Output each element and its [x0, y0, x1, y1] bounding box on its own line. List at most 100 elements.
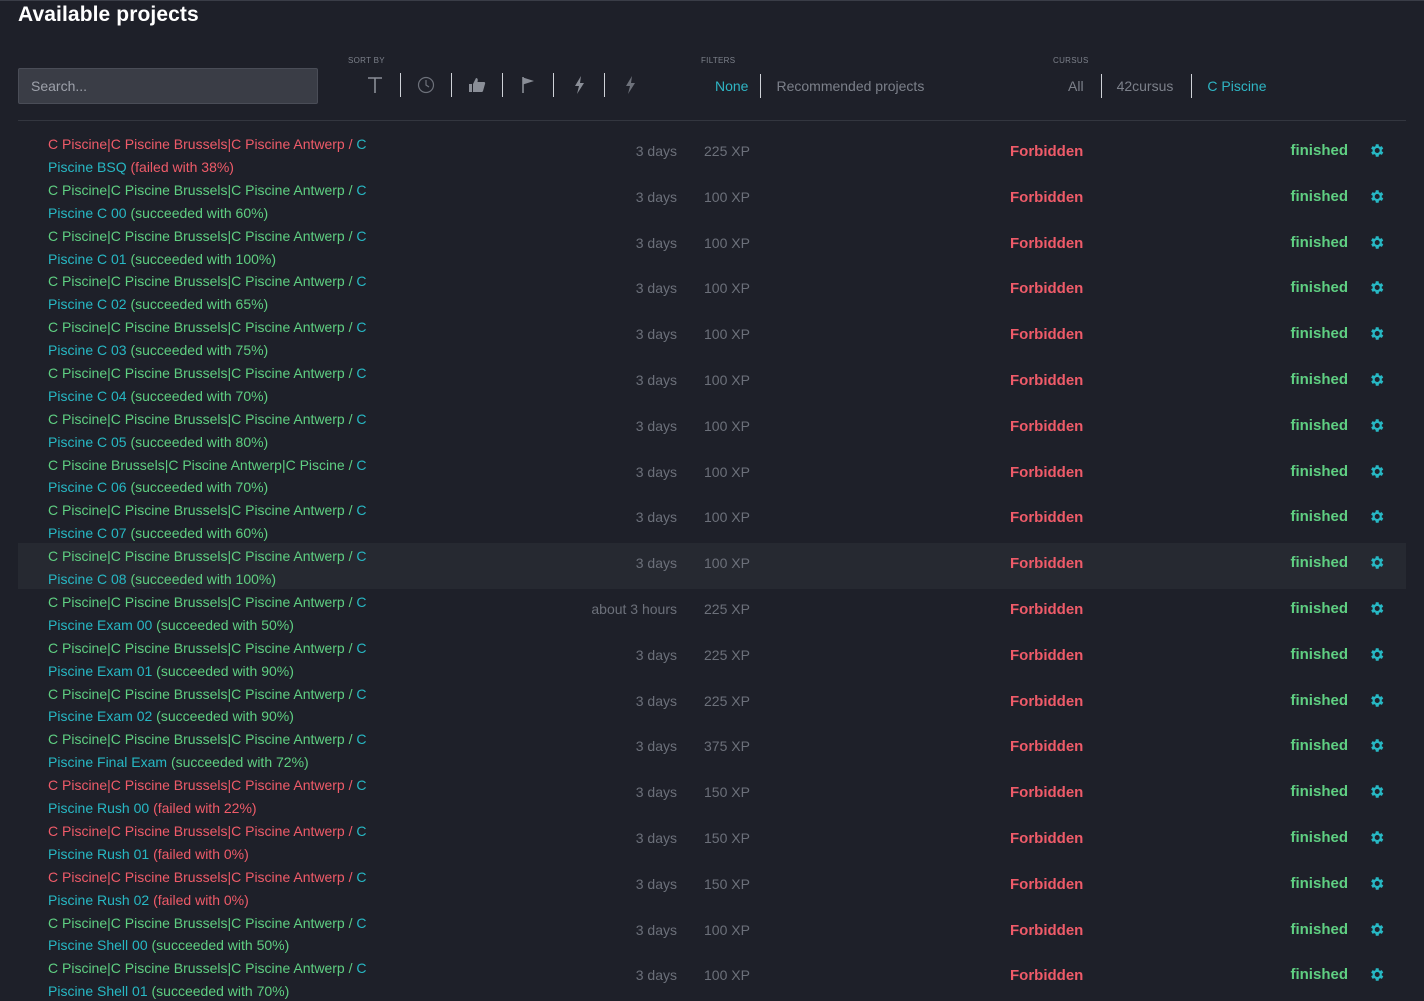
project-xp: 100 XP	[704, 280, 750, 297]
project-state: finished	[1290, 874, 1348, 892]
project-title: C Piscine|C Piscine Brussels|C Piscine A…	[48, 866, 388, 912]
project-row[interactable]: C Piscine|C Piscine Brussels|C Piscine A…	[18, 955, 1406, 1001]
cursus-label: CURSUS	[1053, 56, 1089, 65]
search-input[interactable]	[18, 68, 318, 104]
project-state: finished	[1290, 416, 1348, 434]
project-cursus-links[interactable]: C Piscine|C Piscine Brussels|C Piscine A…	[48, 960, 345, 976]
project-row[interactable]: C Piscine|C Piscine Brussels|C Piscine A…	[18, 131, 1406, 177]
project-duration: 3 days	[635, 967, 677, 984]
project-result: (succeeded with 72%)	[170, 754, 309, 771]
project-row[interactable]: C Piscine|C Piscine Brussels|C Piscine A…	[18, 864, 1406, 910]
project-cursus-links[interactable]: C Piscine|C Piscine Brussels|C Piscine A…	[48, 915, 345, 931]
project-duration: 3 days	[635, 921, 677, 938]
project-row[interactable]: C Piscine|C Piscine Brussels|C Piscine A…	[18, 726, 1406, 772]
cursus-42cursus[interactable]: 42cursus	[1102, 74, 1192, 98]
cursus-c-piscine[interactable]: C Piscine	[1192, 74, 1278, 98]
project-row[interactable]: C Piscine|C Piscine Brussels|C Piscine A…	[18, 772, 1406, 818]
project-duration: 3 days	[635, 875, 677, 892]
project-cursus-links[interactable]: C Piscine|C Piscine Brussels|C Piscine A…	[48, 136, 345, 152]
project-result: (succeeded with 70%)	[130, 479, 269, 496]
project-cursus-links[interactable]: C Piscine Brussels|C Piscine Antwerp|C P…	[48, 457, 345, 473]
project-row[interactable]: C Piscine|C Piscine Brussels|C Piscine A…	[18, 406, 1406, 452]
cursus-all[interactable]: All	[1056, 74, 1101, 98]
sort-xp-button[interactable]	[605, 72, 655, 98]
project-row[interactable]: C Piscine Brussels|C Piscine Antwerp|C P…	[18, 452, 1406, 498]
project-row[interactable]: C Piscine|C Piscine Brussels|C Piscine A…	[18, 314, 1406, 360]
project-cursus-links[interactable]: C Piscine|C Piscine Brussels|C Piscine A…	[48, 869, 345, 885]
gear-icon[interactable]	[1368, 737, 1385, 754]
gear-icon[interactable]	[1368, 417, 1385, 434]
project-row[interactable]: C Piscine|C Piscine Brussels|C Piscine A…	[18, 177, 1406, 223]
filter-none[interactable]: None	[703, 74, 760, 98]
sort-likes-button[interactable]	[452, 72, 502, 98]
gear-icon[interactable]	[1368, 508, 1385, 525]
gear-icon[interactable]	[1368, 279, 1385, 296]
gear-icon[interactable]	[1368, 646, 1385, 663]
header-divider	[18, 120, 1406, 121]
project-cursus-links[interactable]: C Piscine|C Piscine Brussels|C Piscine A…	[48, 273, 345, 289]
sort-by-label: SORT BY	[348, 56, 385, 65]
sort-difficulty-button[interactable]	[554, 72, 604, 98]
project-duration: 3 days	[635, 280, 677, 297]
project-state: finished	[1290, 462, 1348, 480]
filter-recommended[interactable]: Recommended projects	[761, 74, 936, 98]
gear-icon[interactable]	[1368, 600, 1385, 617]
project-row[interactable]: C Piscine|C Piscine Brussels|C Piscine A…	[18, 818, 1406, 864]
gear-icon[interactable]	[1368, 829, 1385, 846]
project-xp: 225 XP	[704, 692, 750, 709]
project-cursus-links[interactable]: C Piscine|C Piscine Brussels|C Piscine A…	[48, 640, 345, 656]
project-permission: Forbidden	[1010, 784, 1084, 802]
sort-duration-button[interactable]	[401, 72, 451, 98]
project-cursus-links[interactable]: C Piscine|C Piscine Brussels|C Piscine A…	[48, 365, 345, 381]
project-title: C Piscine|C Piscine Brussels|C Piscine A…	[48, 408, 388, 454]
gear-icon[interactable]	[1368, 554, 1385, 571]
project-row[interactable]: C Piscine|C Piscine Brussels|C Piscine A…	[18, 910, 1406, 956]
gear-icon[interactable]	[1368, 875, 1385, 892]
project-row[interactable]: C Piscine|C Piscine Brussels|C Piscine A…	[18, 360, 1406, 406]
project-cursus-links[interactable]: C Piscine|C Piscine Brussels|C Piscine A…	[48, 594, 345, 610]
sort-flag-button[interactable]	[503, 72, 553, 98]
gear-icon[interactable]	[1368, 371, 1385, 388]
project-cursus-links[interactable]: C Piscine|C Piscine Brussels|C Piscine A…	[48, 731, 345, 747]
project-result: (succeeded with 60%)	[130, 525, 269, 542]
gear-icon[interactable]	[1368, 692, 1385, 709]
project-duration: 3 days	[635, 234, 677, 251]
project-row[interactable]: C Piscine|C Piscine Brussels|C Piscine A…	[18, 635, 1406, 681]
project-cursus-links[interactable]: C Piscine|C Piscine Brussels|C Piscine A…	[48, 823, 345, 839]
gear-icon[interactable]	[1368, 783, 1385, 800]
project-result: (succeeded with 80%)	[130, 433, 269, 450]
project-cursus-links[interactable]: C Piscine|C Piscine Brussels|C Piscine A…	[48, 411, 345, 427]
project-duration: 3 days	[635, 784, 677, 801]
project-row[interactable]: C Piscine|C Piscine Brussels|C Piscine A…	[18, 223, 1406, 269]
project-cursus-links[interactable]: C Piscine|C Piscine Brussels|C Piscine A…	[48, 686, 345, 702]
sort-name-button[interactable]	[350, 72, 400, 98]
gear-icon[interactable]	[1368, 142, 1385, 159]
project-cursus-links[interactable]: C Piscine|C Piscine Brussels|C Piscine A…	[48, 502, 345, 518]
gear-icon[interactable]	[1368, 966, 1385, 983]
project-cursus-links[interactable]: C Piscine|C Piscine Brussels|C Piscine A…	[48, 182, 345, 198]
gear-icon[interactable]	[1368, 188, 1385, 205]
project-xp: 100 XP	[704, 234, 750, 251]
gear-icon[interactable]	[1368, 234, 1385, 251]
project-cursus-links[interactable]: C Piscine|C Piscine Brussels|C Piscine A…	[48, 228, 345, 244]
project-row[interactable]: C Piscine|C Piscine Brussels|C Piscine A…	[18, 268, 1406, 314]
gear-icon[interactable]	[1368, 921, 1385, 938]
gear-icon[interactable]	[1368, 325, 1385, 342]
gear-icon[interactable]	[1368, 463, 1385, 480]
project-cursus-links[interactable]: C Piscine|C Piscine Brussels|C Piscine A…	[48, 548, 345, 564]
project-duration: 3 days	[635, 646, 677, 663]
project-row[interactable]: C Piscine|C Piscine Brussels|C Piscine A…	[18, 589, 1406, 635]
project-cursus-links[interactable]: C Piscine|C Piscine Brussels|C Piscine A…	[48, 777, 345, 793]
project-row[interactable]: C Piscine|C Piscine Brussels|C Piscine A…	[18, 681, 1406, 727]
project-duration: 3 days	[635, 829, 677, 846]
project-result: (failed with 0%)	[153, 891, 249, 908]
project-duration: 3 days	[635, 463, 677, 480]
project-xp: 100 XP	[704, 555, 750, 572]
project-permission: Forbidden	[1010, 371, 1084, 389]
project-path-separator: /	[344, 914, 357, 931]
project-row[interactable]: C Piscine|C Piscine Brussels|C Piscine A…	[18, 497, 1406, 543]
project-cursus-links[interactable]: C Piscine|C Piscine Brussels|C Piscine A…	[48, 319, 345, 335]
project-row[interactable]: C Piscine|C Piscine Brussels|C Piscine A…	[18, 543, 1406, 589]
project-xp: 100 XP	[704, 509, 750, 526]
project-title: C Piscine|C Piscine Brussels|C Piscine A…	[48, 225, 388, 271]
